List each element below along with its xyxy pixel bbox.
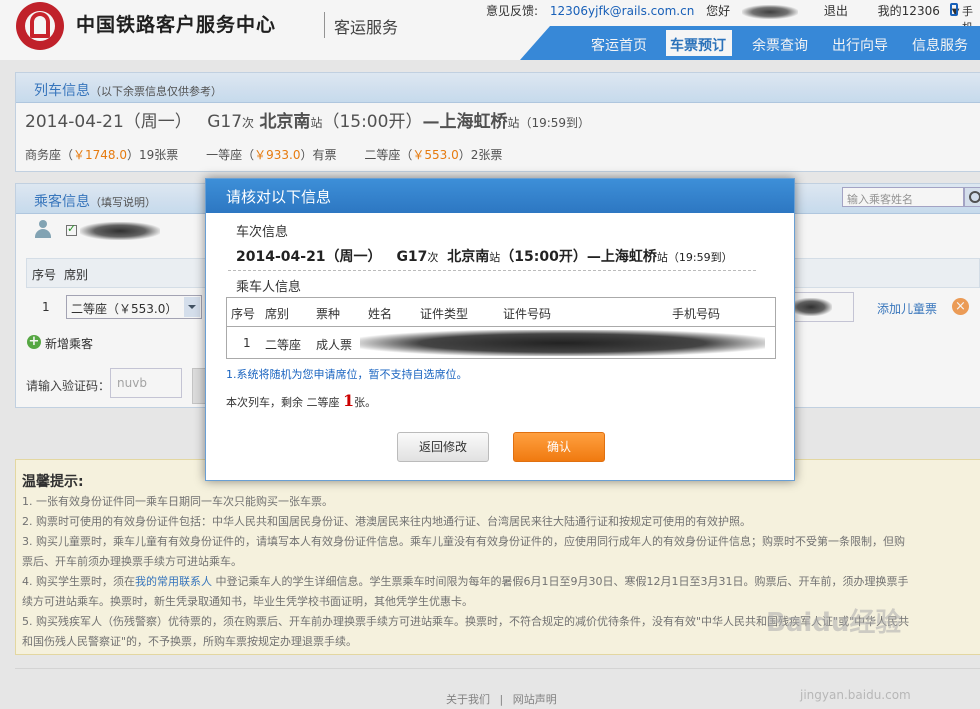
th-name: 姓名	[368, 307, 393, 321]
section-train-info: 车次信息	[236, 225, 289, 240]
back-modify-button[interactable]: 返回修改	[397, 432, 489, 462]
cell-seat: 二等座	[265, 338, 302, 352]
dialog-train-summary: 2014-04-21（周一） G17次 北京南站（15:00开）—上海虹桥站（1…	[236, 249, 733, 265]
remaining-count: 1	[343, 391, 355, 410]
th-phone: 手机号码	[672, 307, 721, 321]
dialog-note: 1.系统将随机为您申请席位，暂不支持自选席位。	[226, 368, 468, 381]
table-divider	[227, 326, 775, 327]
railway-logo-mark	[30, 12, 50, 38]
passenger-details-blurred	[360, 330, 765, 356]
remaining-seats: 本次列车，剩余 二等座 1张。	[226, 391, 377, 410]
cell-ticket-type: 成人票	[316, 338, 353, 352]
th-seq: 序号	[231, 307, 256, 321]
th-id-type: 证件类型	[420, 307, 469, 321]
cell-seq: 1	[243, 336, 251, 350]
section-passenger-info: 乘车人信息	[236, 280, 302, 295]
dialog-title: 请核对以下信息	[226, 188, 332, 206]
th-seat: 席别	[265, 307, 290, 321]
confirm-button[interactable]: 确认	[513, 432, 605, 462]
th-ticket-type: 票种	[316, 307, 341, 321]
dialog-divider	[228, 270, 756, 271]
th-id-number: 证件号码	[503, 307, 552, 321]
